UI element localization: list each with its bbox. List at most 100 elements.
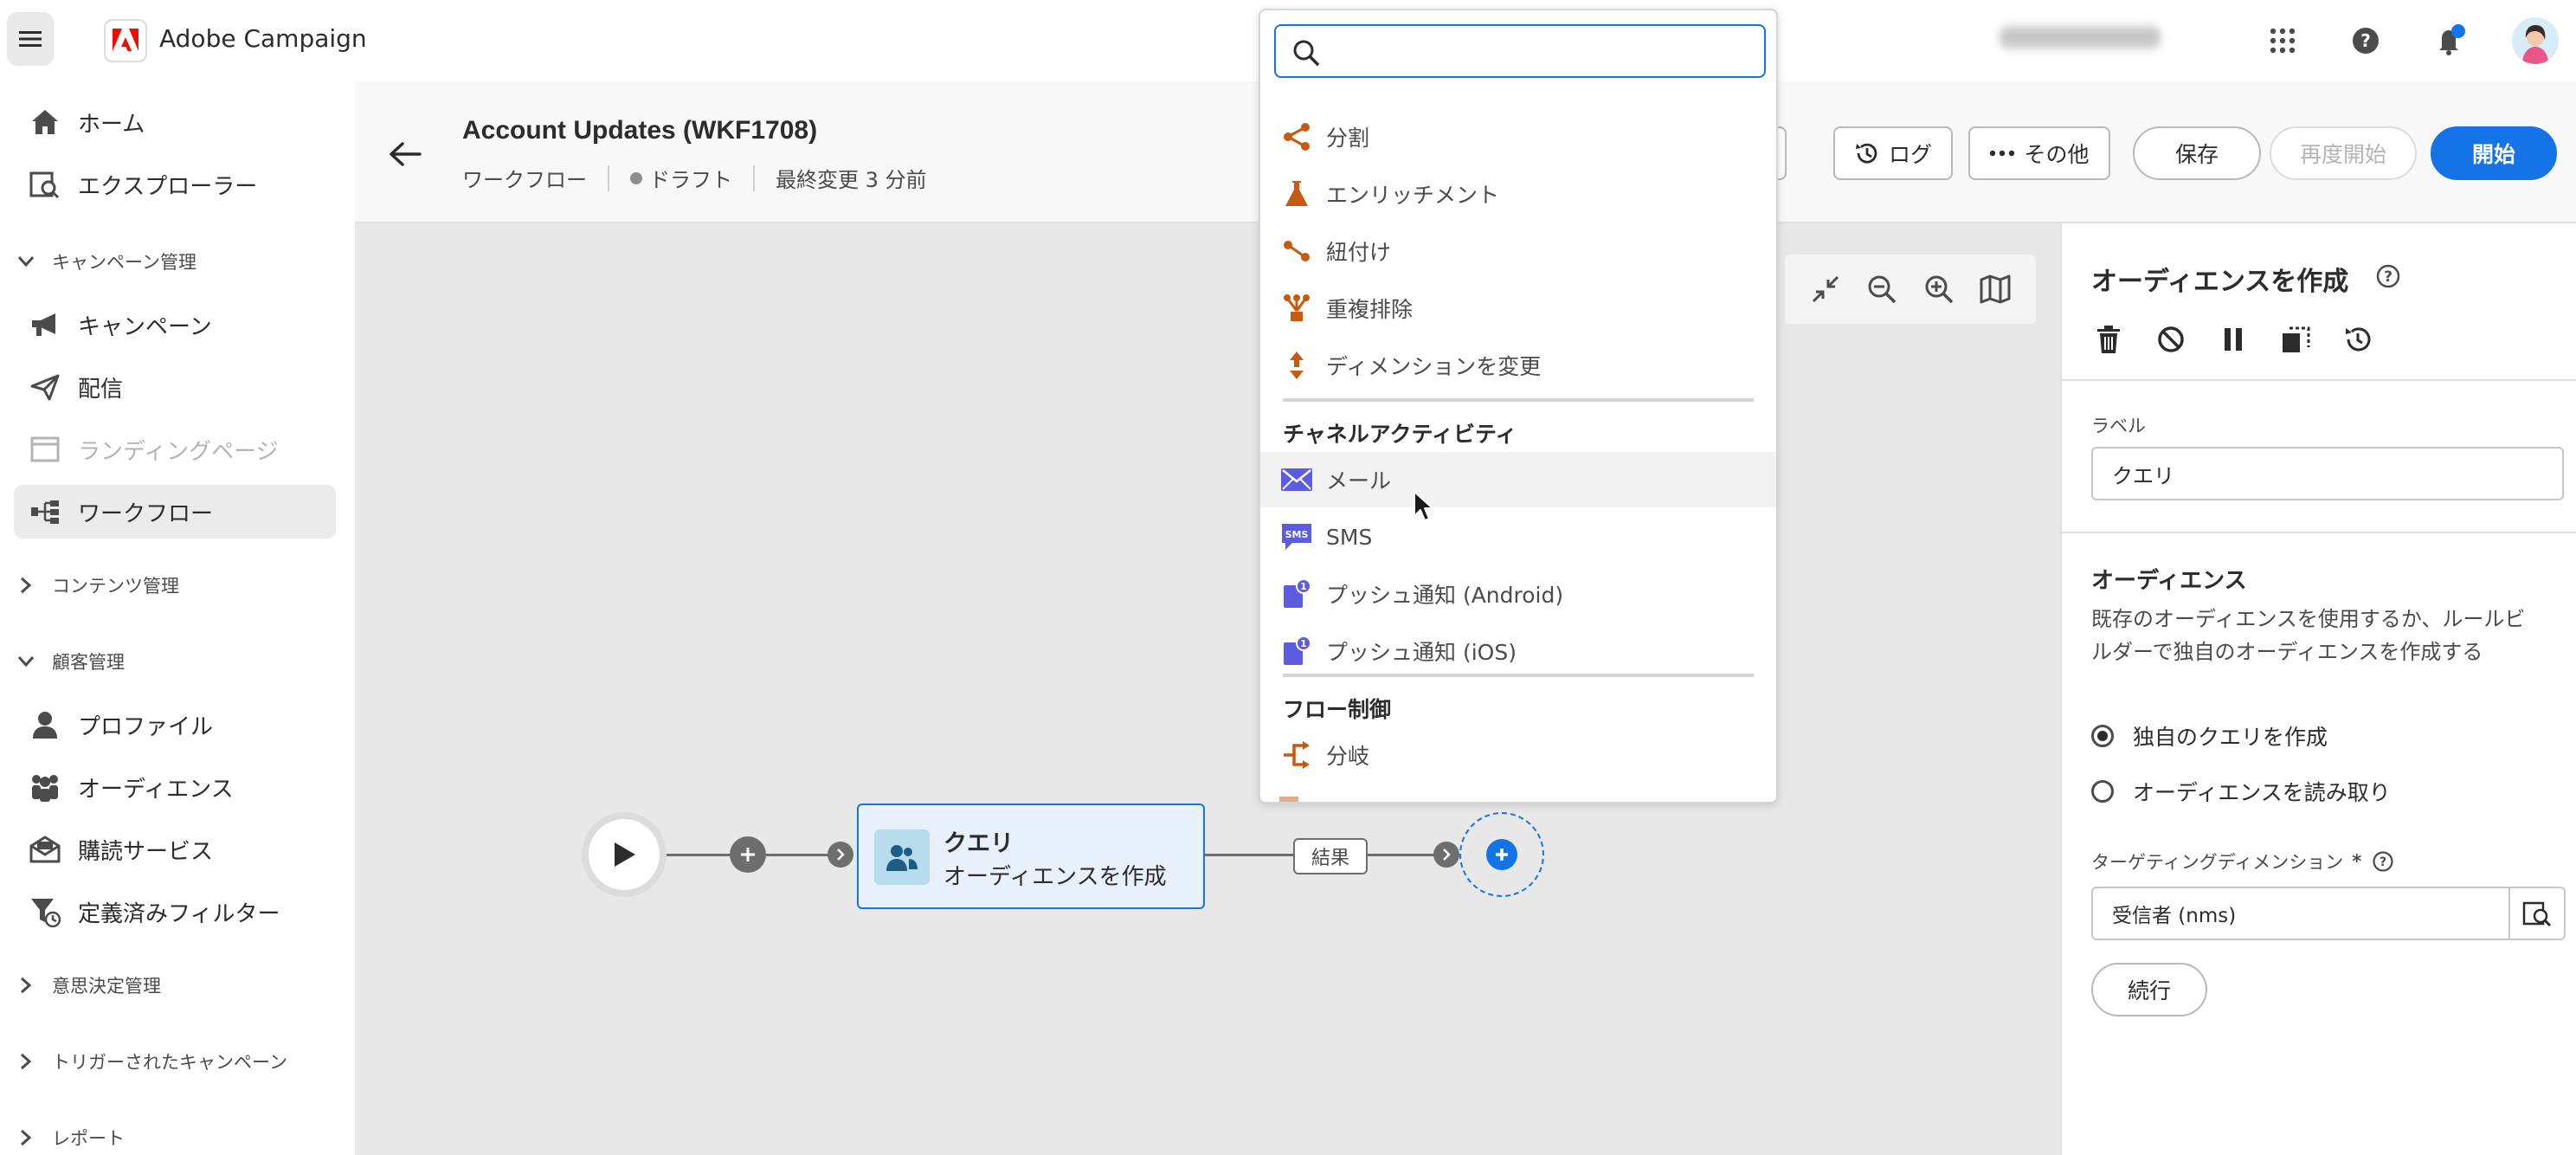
sidebar-section-customer-management[interactable]: 顧客管理 (14, 644, 125, 679)
workflow-icon (28, 494, 62, 529)
sidebar-section-reports[interactable]: レポート (14, 1120, 125, 1155)
sidebar-item-profiles[interactable]: プロファイル (14, 698, 336, 752)
log-button[interactable]: ログ (1833, 126, 1953, 180)
play-icon (615, 842, 635, 867)
zoom-in-icon[interactable] (1918, 268, 1960, 310)
sidebar-item-label: 定義済みフィルター (78, 900, 280, 927)
dropdown-divider (1283, 674, 1754, 677)
sidebar-item-predefined-filters[interactable]: 定義済みフィルター (14, 885, 336, 939)
add-activity-placeholder[interactable] (1459, 812, 1544, 897)
svg-text:?: ? (2360, 30, 2371, 51)
dropdown-item-push-ios[interactable]: 1 プッシュ通知 (iOS) (1260, 623, 1776, 679)
radio-read-audience[interactable]: オーディエンスを読み取り (2091, 776, 2391, 807)
help-icon[interactable]: ? (2344, 19, 2387, 62)
sidebar-item-label: ランディングページ (78, 438, 279, 465)
radio-build-own-query[interactable]: 独自のクエリを作成 (2091, 720, 2328, 752)
continue-button[interactable]: 続行 (2091, 963, 2207, 1016)
pause-icon[interactable] (2214, 320, 2252, 358)
audience-description: 既存のオーディエンスを使用するか、ルールビルダーで独自のオーディエンスを作成する (2091, 607, 2526, 664)
apps-grid-icon[interactable] (2261, 19, 2304, 62)
disable-circle-slash-icon[interactable] (2152, 320, 2190, 358)
targeting-dimension-field[interactable]: 受信者 (nms) (2091, 887, 2510, 940)
dropdown-item-split[interactable]: 分割 (1260, 109, 1776, 165)
sidebar-section-triggered-campaigns[interactable]: トリガーされたキャンペーン (14, 1044, 287, 1079)
activity-search-box[interactable] (1274, 24, 1766, 78)
back-arrow-icon[interactable] (386, 135, 424, 173)
delete-trash-icon[interactable] (2090, 320, 2128, 358)
dropdown-item-label: プッシュ通知 (iOS) (1326, 640, 1517, 665)
workflow-start-node[interactable] (582, 812, 667, 897)
start-button[interactable]: 開始 (2431, 126, 2557, 180)
app-title: Adobe Campaign (159, 24, 367, 53)
targeting-dimension-caption: ターゲティングディメンション * ? (2091, 849, 2394, 874)
minimap-icon[interactable] (1974, 268, 2016, 310)
sidebar-section-campaign-management[interactable]: キャンペーン管理 (14, 244, 196, 279)
dropdown-item-push-android[interactable]: 1 プッシュ通知 (Android) (1260, 566, 1776, 622)
help-circle-icon[interactable]: ? (2372, 850, 2394, 873)
hamburger-menu-icon[interactable] (7, 12, 54, 66)
save-button[interactable]: 保存 (2133, 126, 2261, 180)
dropdown-item-change-dimension[interactable]: ディメンションを変更 (1260, 338, 1776, 393)
sidebar-item-landing-pages[interactable]: ランディングページ (14, 423, 336, 476)
sidebar-item-label: ホーム (78, 111, 145, 138)
more-button-label: その他 (2024, 142, 2090, 167)
sidebar-item-label: オーディエンス (78, 776, 234, 803)
dropdown-item-label: 分割 (1326, 126, 1370, 151)
sidebar-item-home[interactable]: ホーム (14, 95, 336, 149)
sidebar: ホーム エクスプローラー キャンペーン管理 キャンペーン 配信 ランディングペー… (0, 81, 355, 1155)
dropdown-item-sms[interactable]: SMS SMS (1260, 509, 1776, 565)
dropdown-item-reconciliation[interactable]: 紐付け (1260, 223, 1776, 279)
transition-chevron-icon (1433, 842, 1459, 868)
sidebar-section-decision-management[interactable]: 意思決定管理 (14, 968, 161, 1003)
explorer-icon (28, 167, 62, 202)
sidebar-item-label: キャンペーン (78, 313, 212, 340)
collapse-icon[interactable] (1805, 268, 1846, 310)
query-activity-node[interactable]: クエリ オーディエンスを作成 (857, 803, 1205, 909)
sidebar-item-audiences[interactable]: オーディエンス (14, 760, 336, 814)
sidebar-item-campaigns[interactable]: キャンペーン (14, 298, 336, 352)
radio-button-unselected[interactable] (2091, 780, 2114, 803)
restart-button[interactable]: 再度開始 (2270, 126, 2417, 180)
workflow-type: ワークフロー (462, 168, 587, 192)
sidebar-item-explorer[interactable]: エクスプローラー (14, 158, 336, 211)
build-audience-icon (874, 829, 930, 885)
help-circle-icon[interactable]: ? (2375, 263, 2401, 293)
workflow-canvas[interactable]: クエリ オーディエンスを作成 結果 (355, 223, 2060, 1155)
notifications-bell-icon[interactable] (2429, 19, 2472, 62)
add-activity-plus-icon[interactable] (730, 836, 766, 873)
mouse-cursor-icon (1414, 491, 1433, 521)
user-avatar[interactable] (2512, 17, 2559, 64)
adobe-logo-icon[interactable] (104, 19, 147, 62)
sidebar-item-deliveries[interactable]: 配信 (14, 360, 336, 414)
dropdown-item-enrichment[interactable]: エンリッチメント (1260, 166, 1776, 222)
megaphone-icon (28, 307, 62, 342)
zoom-out-icon[interactable] (1861, 268, 1903, 310)
sidebar-section-content-management[interactable]: コンテンツ管理 (14, 568, 179, 603)
connector-line (1205, 854, 1295, 856)
label-field[interactable]: クエリ (2091, 447, 2564, 500)
sidebar-section-label: コンテンツ管理 (52, 576, 179, 597)
restart-button-label: 再度開始 (2299, 142, 2386, 167)
result-transition-label[interactable]: 結果 (1293, 838, 1368, 874)
split-icon (1279, 119, 1314, 154)
activity-search-input[interactable] (1331, 35, 1755, 69)
targeting-dimension-picker-button[interactable] (2508, 887, 2566, 940)
svg-text:?: ? (2384, 268, 2392, 286)
svg-text:1: 1 (1300, 638, 1307, 649)
org-name-blurred[interactable] (2000, 26, 2161, 48)
sidebar-item-subscription-services[interactable]: 購読サービス (14, 823, 336, 876)
sidebar-item-workflows[interactable]: ワークフロー (14, 485, 336, 539)
more-button[interactable]: その他 (1968, 126, 2110, 180)
reconciliation-icon (1279, 234, 1314, 268)
dropdown-item-fork[interactable]: 分岐 (1260, 727, 1776, 783)
chevron-right-icon (14, 973, 38, 997)
radio-label: オーディエンスを読み取り (2133, 780, 2391, 805)
dropdown-item-deduplication[interactable]: 重複排除 (1260, 281, 1776, 336)
deduplication-icon (1279, 291, 1314, 326)
copy-duplicate-icon[interactable] (2277, 320, 2315, 358)
sidebar-item-label: 購読サービス (78, 838, 214, 865)
dropdown-item-email[interactable]: メール (1260, 452, 1776, 507)
radio-button-selected[interactable] (2091, 725, 2114, 747)
history-icon[interactable] (2339, 320, 2377, 358)
query-node-subtitle: オーディエンスを作成 (943, 864, 1167, 890)
